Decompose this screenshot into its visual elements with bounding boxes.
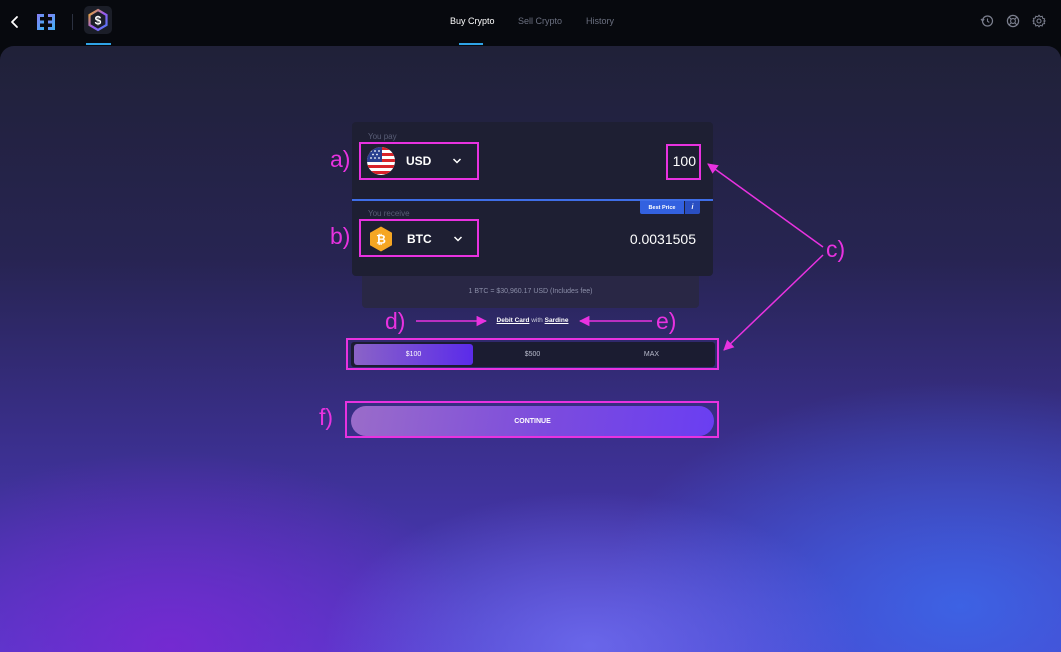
annotation-arrows (416, 163, 824, 351)
annotation-arrow-c-amount (707, 163, 824, 248)
annotation-arrow-c-presets (723, 254, 824, 351)
